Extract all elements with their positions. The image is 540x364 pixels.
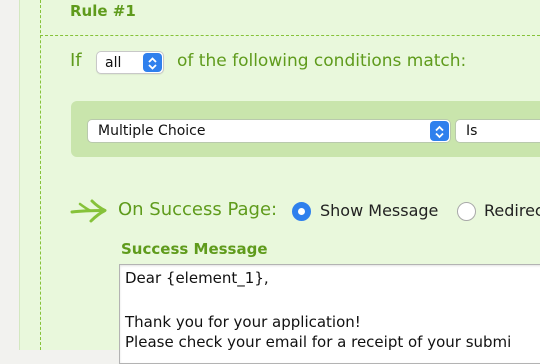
- message-line: Please check your email for a receipt of…: [125, 333, 512, 351]
- radio-dot: [298, 208, 305, 215]
- show-message-label[interactable]: Show Message: [320, 201, 438, 220]
- success-message-textarea[interactable]: Dear {element_1}, Thank you for your app…: [119, 264, 540, 364]
- match-select[interactable]: all: [96, 51, 164, 74]
- arrow-right-icon: [70, 199, 107, 223]
- success-message-label: Success Message: [121, 240, 268, 258]
- chevron-updown-icon: [430, 121, 449, 141]
- match-select-value: all: [105, 55, 122, 71]
- operator-select-value: Is: [466, 123, 478, 139]
- rule-divider: [40, 35, 540, 36]
- operator-select[interactable]: Is: [455, 119, 540, 143]
- redirect-label[interactable]: Redirect: [484, 201, 540, 220]
- success-page-label: On Success Page:: [118, 199, 278, 220]
- field-select-value: Multiple Choice: [98, 123, 206, 139]
- show-message-radio[interactable]: [292, 202, 311, 221]
- message-line: Dear {element_1},: [125, 269, 269, 287]
- rule-title: Rule #1: [70, 2, 136, 20]
- redirect-radio[interactable]: [457, 202, 476, 221]
- message-line: Thank you for your application!: [125, 313, 361, 331]
- field-select[interactable]: Multiple Choice: [87, 119, 451, 143]
- if-label: If: [70, 50, 82, 71]
- condition-suffix-text: of the following conditions match:: [177, 51, 467, 71]
- rule-border-left: [40, 0, 41, 350]
- chevron-updown-icon: [143, 53, 162, 72]
